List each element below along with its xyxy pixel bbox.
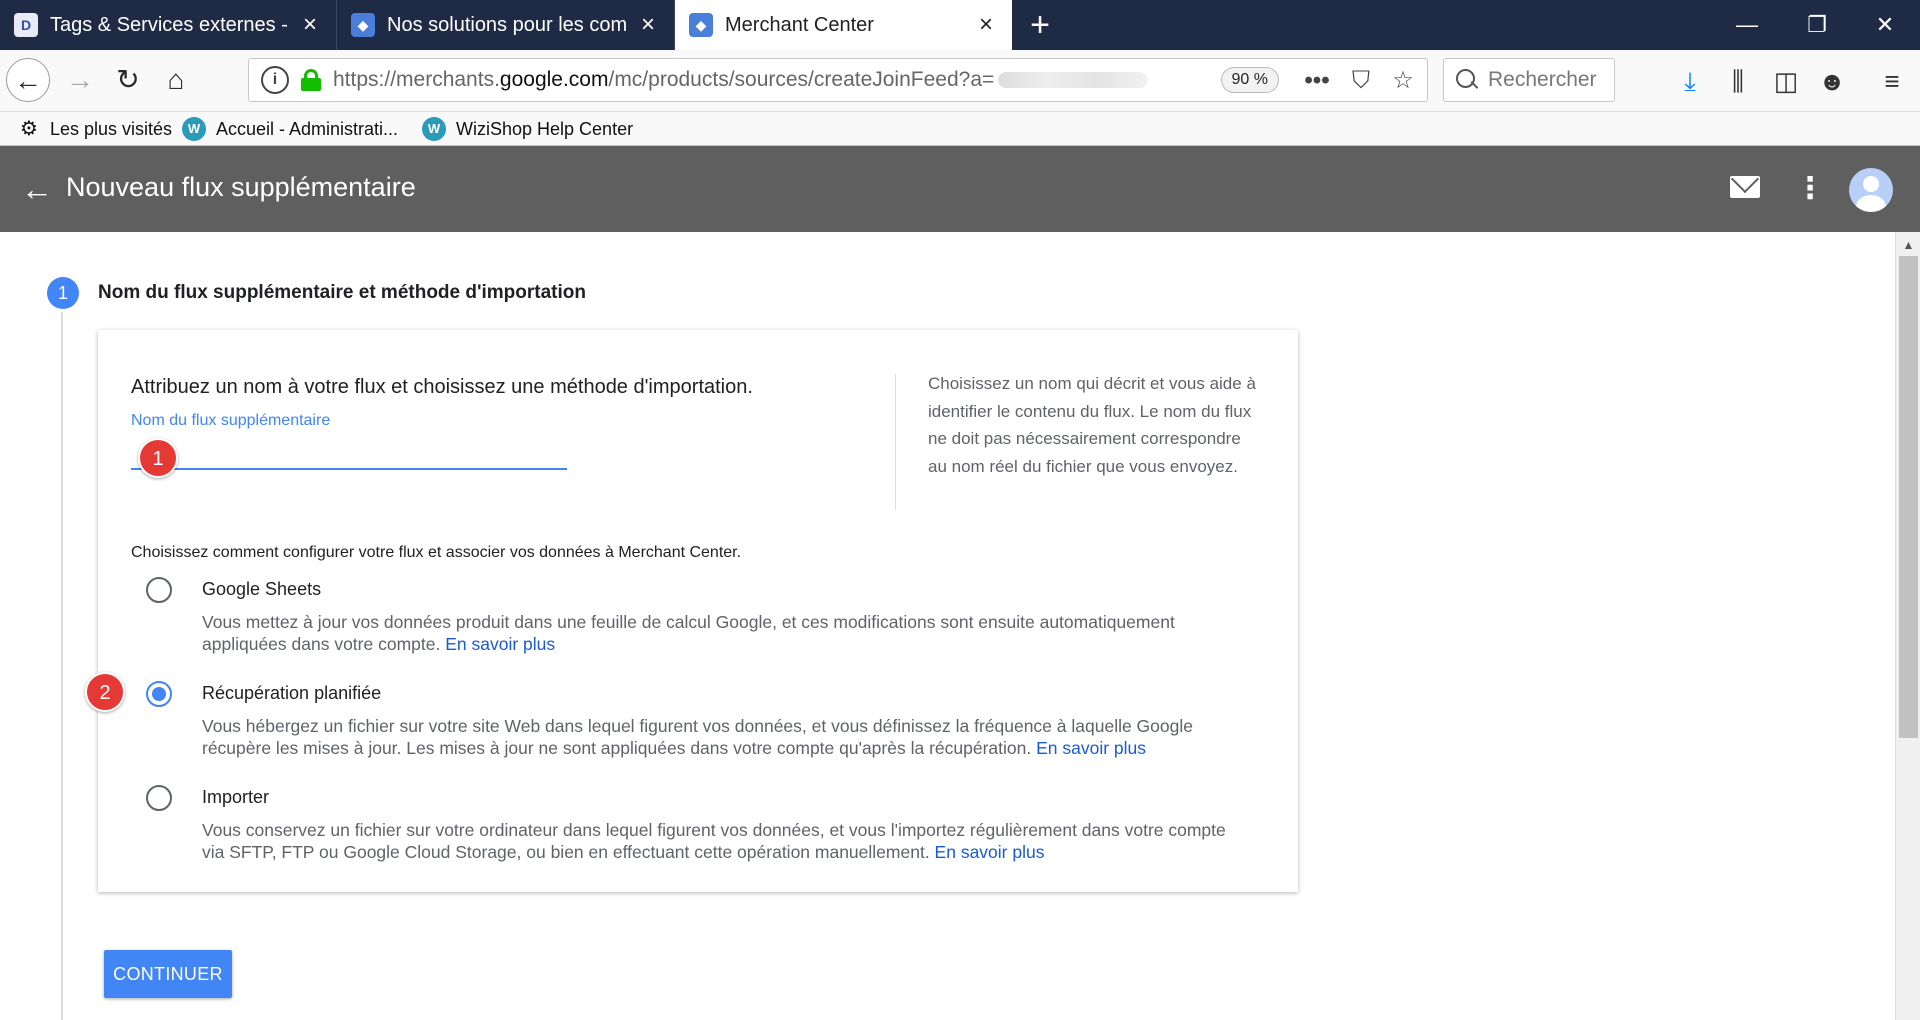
help-text: Choisissez un nom qui décrit et vous aid… [928,374,1256,476]
option-description: Vous mettez à jour vos données produit d… [202,612,1175,654]
scrollbar-thumb[interactable] [1899,256,1918,738]
close-tab-icon[interactable]: × [974,11,998,39]
wizishop-icon: W [182,117,206,141]
feed-setup-card: Attribuez un nom à votre flux et choisis… [98,330,1298,892]
feed-name-label: Nom du flux supplémentaire [131,412,331,429]
radio-upload[interactable] [146,785,172,811]
bookmark-accueil[interactable]: W Accueil - Administrati... [182,116,398,142]
library-icon[interactable]: ⫼ [1718,61,1758,101]
more-vert-icon[interactable]: ⋮ [1794,168,1826,210]
avatar[interactable] [1849,168,1893,212]
extension-avatar-icon[interactable]: ☻ [1812,61,1852,101]
back-arrow-icon[interactable]: ← [16,168,58,210]
learn-more-link[interactable]: En savoir plus [445,634,555,654]
pocket-icon[interactable]: ⛉ [1343,63,1379,99]
menu-hamburger-icon[interactable]: ≡ [1872,61,1912,101]
step-number-badge: 1 [47,277,79,309]
main-content: 1 Nom du flux supplémentaire et méthode … [0,232,1895,1020]
search-input[interactable]: Rechercher [1443,58,1615,102]
browser-tab-solutions[interactable]: ◆ Nos solutions pour les commerç × [337,0,675,50]
bookmark-star-icon[interactable]: ☆ [1385,63,1421,99]
page-actions-icon[interactable]: ••• [1299,63,1335,99]
bookmarks-bar: ⚙ Les plus visités W Accueil - Administr… [0,112,1920,146]
page-title: Nouveau flux supplémentaire [66,172,416,202]
tab-label: Tags & Services externes - Préfé [50,13,288,36]
continue-button[interactable]: CONTINUER [104,950,232,998]
minimize-icon[interactable]: — [1712,0,1782,50]
new-tab-button[interactable]: + [1022,6,1058,44]
vertical-divider [895,374,896,510]
annotation-badge-2: 2 [85,672,125,712]
blurred-account-id [998,72,1149,89]
option-name: Récupération planifiée [202,683,382,703]
option-description: Vous conservez un fichier sur votre ordi… [202,820,1226,862]
sidebar-icon[interactable]: ◫ [1766,61,1806,101]
home-icon[interactable]: ⌂ [154,58,198,102]
scroll-up-icon[interactable]: ▲ [1896,238,1920,252]
option-name: Google Sheets [202,579,322,599]
stepper-line [61,312,63,1020]
browser-tab-tags-services[interactable]: D Tags & Services externes - Préfé × [0,0,337,50]
close-window-icon[interactable]: ✕ [1850,0,1920,50]
search-icon [1456,69,1478,91]
close-tab-icon[interactable]: × [298,11,322,39]
download-icon[interactable]: ⤓ [1670,61,1710,101]
lock-icon[interactable] [301,69,321,91]
bookmark-most-visited[interactable]: ⚙ Les plus visités [18,116,172,142]
learn-more-link[interactable]: En savoir plus [1036,738,1146,758]
wizishop-icon: W [422,117,446,141]
browser-tab-merchant-center[interactable]: ◆ Merchant Center × [675,0,1012,50]
option-description: Vous hébergez un fichier sur votre site … [202,716,1193,758]
tags-favicon-icon: D [14,13,38,37]
browser-tab-strip: D Tags & Services externes - Préfé × ◆ N… [0,0,1920,50]
card-heading: Attribuez un nom à votre flux et choisis… [131,376,753,398]
method-prompt: Choisissez comment configurer votre flux… [131,544,742,561]
info-icon[interactable]: i [261,66,289,94]
feed-name-input[interactable] [131,438,567,470]
bookmark-label: WiziShop Help Center [456,118,634,139]
browser-nav-bar: ← → ↻ ⌂ i https://merchants.google.com/m… [0,50,1920,112]
step-title: Nom du flux supplémentaire et méthode d'… [98,282,586,303]
gear-icon: ⚙ [20,118,38,140]
radio-google-sheets[interactable] [146,577,172,603]
restore-icon[interactable]: ❐ [1782,0,1852,50]
tab-label: Nos solutions pour les commerç [387,13,626,36]
radio-scheduled-fetch[interactable] [146,681,172,707]
url-text[interactable]: https://merchants.google.com/mc/products… [333,68,1149,92]
zoom-level-badge[interactable]: 90 % [1220,67,1279,93]
bookmark-label: Les plus visités [50,118,173,139]
back-arrow-icon[interactable]: ← [6,58,50,102]
tab-label: Merchant Center [725,13,874,36]
reload-icon[interactable]: ↻ [106,58,150,102]
annotation-badge-1: 1 [138,438,178,478]
mail-icon[interactable] [1730,176,1760,198]
learn-more-link[interactable]: En savoir plus [935,842,1045,862]
merchant-tag-icon: ◆ [351,13,375,37]
search-placeholder: Rechercher [1488,68,1597,91]
merchant-tag-icon: ◆ [689,13,713,37]
close-tab-icon[interactable]: × [636,11,660,39]
bookmark-wizishop-help[interactable]: W WiziShop Help Center [422,116,633,142]
app-header: ← Nouveau flux supplémentaire ⋮ [0,146,1920,232]
forward-arrow-icon[interactable]: → [58,58,102,102]
bookmark-label: Accueil - Administrati... [216,118,399,139]
url-bar[interactable]: i https://merchants.google.com/mc/produc… [248,58,1428,102]
page-scrollbar[interactable]: ▲ [1895,232,1920,1020]
option-name: Importer [202,787,270,807]
